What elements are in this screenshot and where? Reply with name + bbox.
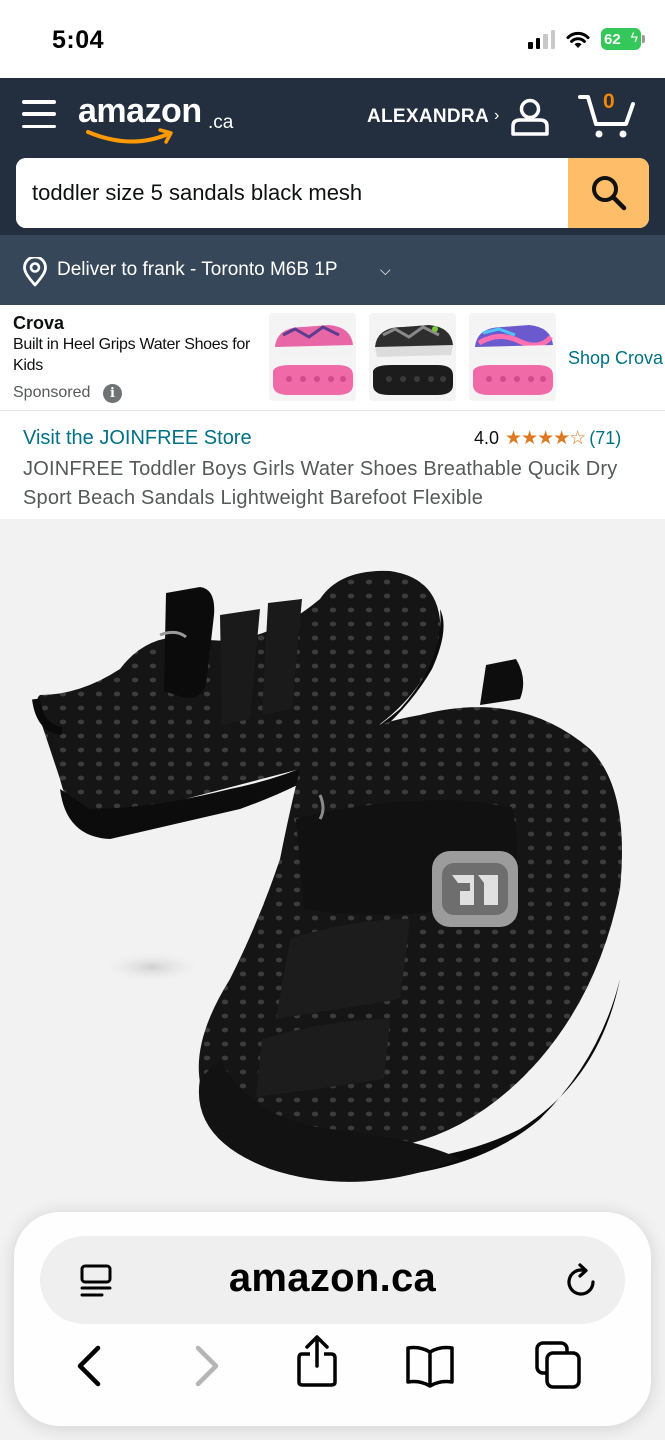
account-chevron-icon: › <box>494 107 500 124</box>
wifi-icon <box>566 31 590 48</box>
logo-suffix: .ca <box>208 112 234 133</box>
url-text: amazon.ca <box>228 1256 437 1300</box>
store-link[interactable]: Visit the JOINFREE Store <box>23 427 252 450</box>
location-pin-icon <box>23 257 47 287</box>
status-time: 5:04 <box>52 26 105 54</box>
cellular-signal-icon <box>528 29 555 49</box>
menu-icon[interactable] <box>22 98 56 130</box>
rating-value: 4.0 <box>474 428 500 448</box>
amazon-logo[interactable]: amazon .ca <box>78 90 238 150</box>
product-info: Visit the JOINFREE Store 4.0 ★★★★☆ (71) … <box>0 411 665 519</box>
pink-shoe-image <box>273 325 353 395</box>
share-icon[interactable] <box>296 1334 338 1388</box>
cart-count: 0 <box>603 90 615 113</box>
star-rating-icon: ★★★★☆ <box>505 428 586 449</box>
reload-icon[interactable] <box>565 1262 599 1298</box>
account-name[interactable]: ALEXANDRA <box>367 106 489 128</box>
shop-brand-link[interactable]: Shop Crova <box>568 348 663 369</box>
sponsored-product-thumbnail[interactable] <box>469 313 556 401</box>
product-rating[interactable]: 4.0 ★★★★☆ (71) <box>474 427 621 450</box>
browser-nav-row <box>14 1335 651 1400</box>
search-icon <box>591 176 626 211</box>
sponsored-brand: Crova <box>13 313 65 333</box>
back-icon[interactable] <box>74 1344 104 1388</box>
smile-arrow-icon <box>86 128 173 144</box>
status-icons: 62 ϟ <box>528 28 645 50</box>
battery-charging-icon: 62 ϟ <box>601 28 645 50</box>
sponsored-product-thumbnail[interactable] <box>269 313 356 401</box>
search-button[interactable] <box>568 158 649 228</box>
status-bar: 5:04 62 ϟ <box>0 0 665 78</box>
sponsored-label: Sponsored <box>13 384 91 401</box>
sponsored-tagline: Built in Heel Grips Water Shoes for Kids <box>13 336 251 374</box>
review-count[interactable]: (71) <box>589 428 621 449</box>
galaxy-shoe-image <box>473 325 553 395</box>
user-icon[interactable] <box>510 96 550 136</box>
logo-text: amazon <box>78 92 202 130</box>
search-bar <box>16 158 649 228</box>
search-input[interactable] <box>16 158 568 228</box>
browser-toolbar: amazon.ca <box>14 1212 651 1426</box>
forward-icon[interactable] <box>192 1344 222 1388</box>
charging-bolt-icon: ϟ <box>630 29 638 45</box>
amazon-header: amazon .ca ALEXANDRA › 0 <box>0 78 665 235</box>
sponsored-product-thumbnail[interactable] <box>369 313 456 401</box>
chevron-down-icon: ⌵ <box>380 262 391 278</box>
tabs-icon[interactable] <box>534 1340 582 1390</box>
address-bar[interactable]: amazon.ca <box>40 1236 625 1324</box>
battery-level: 62 <box>604 30 621 48</box>
delivery-location-bar[interactable]: Deliver to frank - Toronto M6B 1P ⌵ <box>0 235 665 305</box>
info-icon[interactable]: i <box>103 384 122 403</box>
product-title: JOINFREE Toddler Boys Girls Water Shoes … <box>23 458 618 509</box>
delivery-address: Deliver to frank - Toronto M6B 1P <box>57 259 338 280</box>
black-shoe-image <box>373 325 453 395</box>
bookmarks-icon[interactable] <box>404 1344 456 1388</box>
sponsored-banner[interactable]: Crova Built in Heel Grips Water Shoes fo… <box>0 305 665 411</box>
